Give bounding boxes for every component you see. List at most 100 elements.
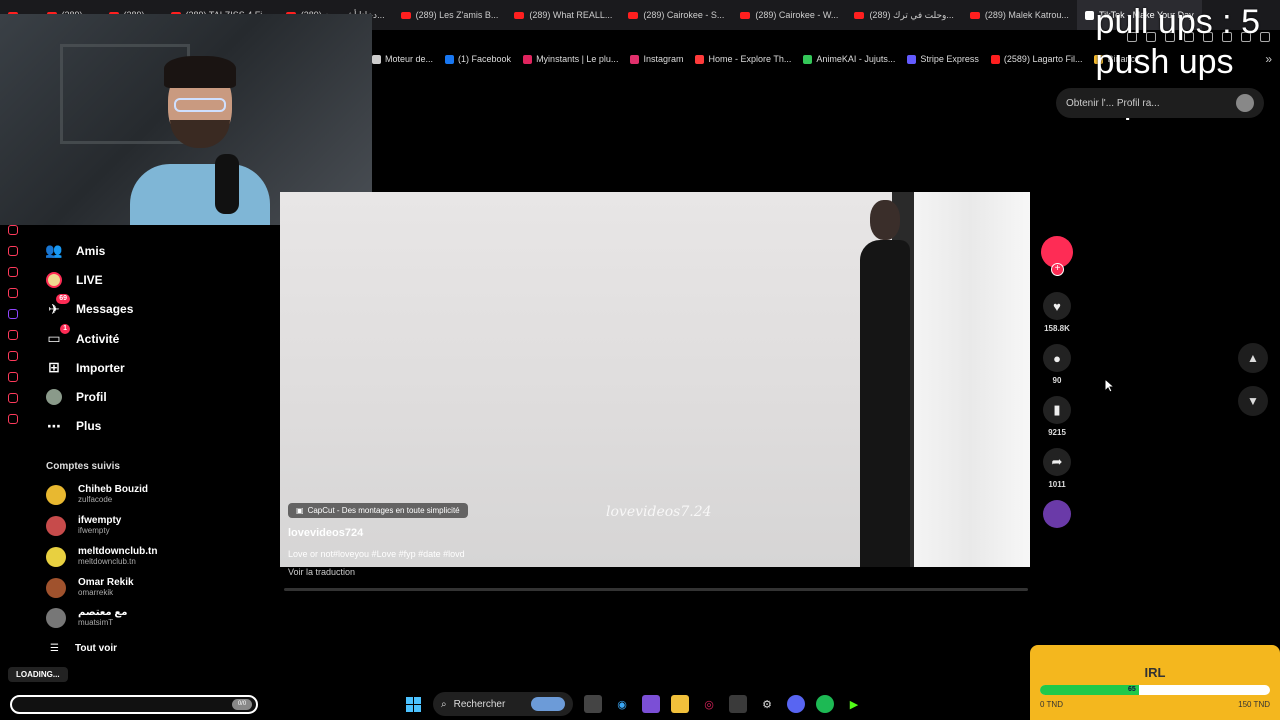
music-disc-icon[interactable] [1043,500,1071,528]
sidebar-item-messages[interactable]: ✈ 69 Messages [40,294,240,324]
followed-account[interactable]: مع معتصم muatsimT [46,607,127,628]
store-icon[interactable] [729,695,747,713]
sidebar-item-label: LIVE [76,272,103,287]
app-icon[interactable] [642,695,660,713]
followed-account[interactable]: Omar Rekik omarrekik [46,577,134,598]
goal-max: 150 TND [1238,700,1270,709]
rail-icon[interactable] [8,288,18,298]
bookmark-item[interactable]: AnimeKAI - Jujuts... [803,54,895,64]
youtube-icon [400,11,411,19]
rail-icon[interactable] [8,372,18,382]
settings-gear-icon[interactable]: ⚙ [758,695,776,713]
bookmark-item[interactable]: (1) Facebook [445,54,511,64]
search-highlight-icon [531,697,565,711]
bookmark-favicon-icon [907,54,917,64]
windows-taskbar: ⌕ Rechercher ◉ ◎ ⚙ ▶ [404,692,863,716]
stream-input-bar[interactable]: 0/0 [10,695,258,714]
bookmark-item[interactable]: Myinstants | Le plu... [523,54,618,64]
twitch-icon[interactable] [8,309,18,319]
share-count: 1011 [1048,480,1066,489]
sidebar-item-profile[interactable]: Profil [40,382,240,411]
activity-badge: 1 [60,323,70,334]
sidebar-item-activity[interactable]: ▭ 1 Activité [40,323,240,353]
browser-tab[interactable]: (289) Cairokee - W... [732,0,846,30]
followed-account[interactable]: ifwempty ifwempty [46,515,121,536]
sidebar-item-label: Messages [76,302,134,317]
mouse-cursor [1104,378,1114,393]
sidebar-item-live[interactable]: LIVE [40,265,240,294]
sidebar-item-upload[interactable]: ⊞ Importer [40,353,240,382]
bookmark-item[interactable]: Instagram [630,54,683,64]
get-app-pill[interactable]: Obtenir l'... Profil ra... [1056,88,1264,118]
bookmark-item[interactable]: (2589) Lagarto Fil... [990,54,1082,64]
browser-tab[interactable]: (289) Malek Katrou... [962,0,1077,30]
youtube-icon [514,11,525,19]
account-username: omarrekik [78,588,114,597]
followed-account[interactable]: Chiheb Bouzid zulfacode [46,484,148,505]
rail-icon[interactable] [8,330,18,340]
rail-icon[interactable] [8,267,18,277]
rail-icon[interactable] [8,393,18,403]
user-avatar[interactable] [1236,94,1254,112]
share-button[interactable]: ➦ [1043,448,1071,476]
bookmark-item[interactable]: Stripe Express [907,54,979,64]
bookmarks-more-button[interactable]: » [1265,52,1272,66]
comment-button[interactable]: ● [1043,344,1071,372]
bookmark-icon: ▮ [1053,402,1061,417]
taskbar-search[interactable]: ⌕ Rechercher [433,692,573,716]
discord-icon[interactable] [787,695,805,713]
account-name: meltdownclub.tn [78,546,158,557]
goal-current-value: 65 [1128,686,1136,693]
chevron-down-icon: ▼ [1247,394,1259,408]
edge-icon[interactable]: ◉ [613,695,631,713]
followed-account[interactable]: meltdownclub.tn meltdownclub.tn [46,546,157,567]
see-all-button[interactable]: ☰ Tout voir [50,643,117,654]
creator-avatar[interactable]: + [1041,236,1073,276]
video-subject [840,200,920,567]
browser-tab[interactable]: (289) وحلت في ترك... [846,0,961,30]
bookmark-favicon-icon [695,54,705,64]
chevron-up-icon: ▲ [1247,351,1259,365]
translate-link[interactable]: Voir la traduction [288,567,355,577]
video-author[interactable]: lovevideos724 [288,527,363,539]
bookmark-label: Myinstants | Le plu... [536,54,619,64]
rail-icon[interactable] [8,351,18,361]
capcut-icon: ▣ [296,506,304,515]
sidebar-item-label: Importer [76,360,125,375]
video-progress-bar[interactable] [284,588,1028,591]
stream-toggle[interactable]: 0/0 [232,699,252,710]
bookmark-item[interactable]: Moteur de... [372,54,433,64]
follow-plus-icon[interactable]: + [1051,263,1064,276]
next-video-button[interactable]: ▼ [1238,386,1268,416]
activity-icon: ▭ 1 [46,323,70,347]
file-explorer-icon[interactable] [671,695,689,713]
video-curtain [910,192,1030,567]
previous-video-button[interactable]: ▲ [1238,343,1268,373]
rail-icon[interactable] [8,414,18,424]
bookmark-item[interactable]: Home - Explore Th... [695,54,791,64]
windows-start-button[interactable] [404,695,422,713]
capcut-tag[interactable]: ▣ CapCut - Des montages en toute simplic… [288,503,468,518]
sidebar-item-label: Plus [76,419,102,434]
rail-icon[interactable] [8,225,18,235]
video-player[interactable]: lovevideos7.24 ▣ CapCut - Des montages e… [280,192,1030,567]
browser-tab[interactable]: (289) Les Z'amis B... [393,0,507,30]
browser-tab-label: (289) What REALL... [529,10,613,20]
streaming-app-icon[interactable]: ▶ [845,695,863,713]
spotify-icon[interactable] [816,695,834,713]
donation-goal-widget: IRL 65 0 TND 150 TND [1030,645,1280,720]
browser-tab-label: (289) Les Z'amis B... [415,10,499,20]
extension-icon[interactable] [1260,32,1270,42]
browser-tab[interactable]: (289) Cairokee - S... [620,0,732,30]
bookmark-label: (1) Facebook [458,54,512,64]
sidebar-item-friends[interactable]: 👥 Amis [40,236,240,265]
opera-gx-icon[interactable]: ◎ [700,695,718,713]
task-view-icon[interactable] [584,695,602,713]
sidebar-item-more[interactable]: ⋯ Plus [40,412,240,441]
like-button[interactable]: ♥ [1043,292,1071,320]
save-button[interactable]: ▮ [1043,396,1071,424]
overlay-line-pushups: push ups [1095,43,1234,81]
avatar [46,484,66,505]
browser-tab[interactable]: (289) What REALL... [506,0,620,30]
rail-icon[interactable] [8,246,18,256]
